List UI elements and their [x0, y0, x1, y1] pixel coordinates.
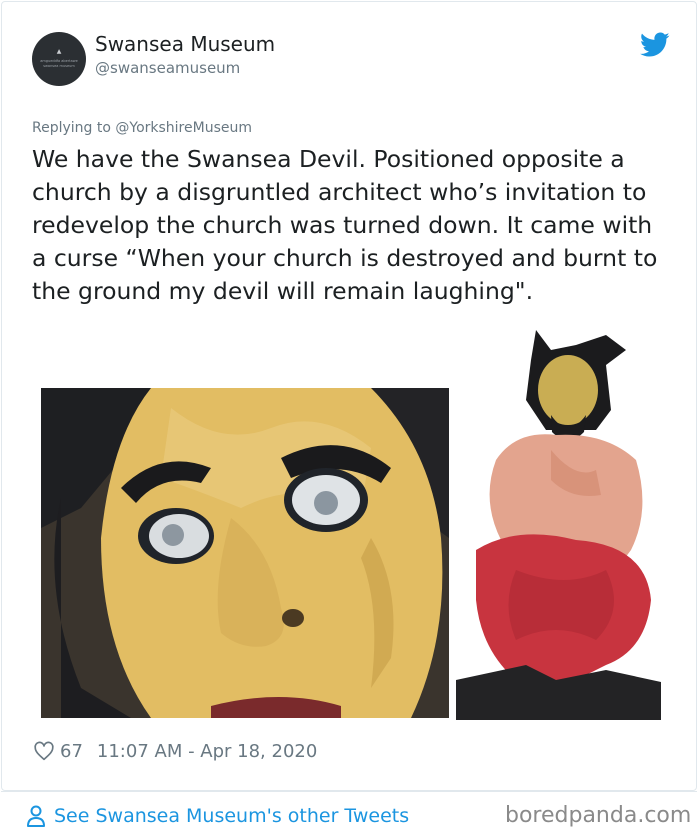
tweet-text: We have the Swansea Devil. Positioned op…	[32, 145, 658, 305]
devil-statue-image[interactable]	[456, 320, 666, 720]
see-other-tweets-link[interactable]: See Swansea Museum's other Tweets	[26, 802, 409, 830]
author-handle[interactable]: @swanseamuseum	[95, 59, 240, 77]
like-count[interactable]: 67	[60, 741, 83, 762]
twitter-bird-icon[interactable]	[640, 32, 670, 58]
avatar[interactable]: ▲ amgueddfa abertawe swansea museum	[32, 32, 86, 86]
author-name[interactable]: Swansea Museum	[95, 32, 275, 56]
divider	[1, 791, 697, 792]
devil-statue-illustration	[456, 320, 666, 720]
tweet-timestamp[interactable]: 11:07 AM - Apr 18, 2020	[97, 741, 317, 762]
user-outline-icon	[27, 805, 45, 827]
avatar-logo-mark: ▲	[56, 48, 62, 55]
devil-face-illustration	[41, 388, 449, 718]
avatar-logo-text: amgueddfa abertawe swansea museum	[40, 59, 78, 68]
tweet-meta: 67 11:07 AM - Apr 18, 2020	[34, 738, 317, 764]
watermark: boredpanda.com	[505, 803, 692, 828]
see-other-tweets-label[interactable]: See Swansea Museum's other Tweets	[54, 805, 409, 827]
devil-face-closeup-image[interactable]	[41, 388, 449, 718]
reply-context[interactable]: Replying to @YorkshireMuseum	[32, 120, 252, 136]
heart-outline-icon[interactable]	[34, 741, 54, 761]
